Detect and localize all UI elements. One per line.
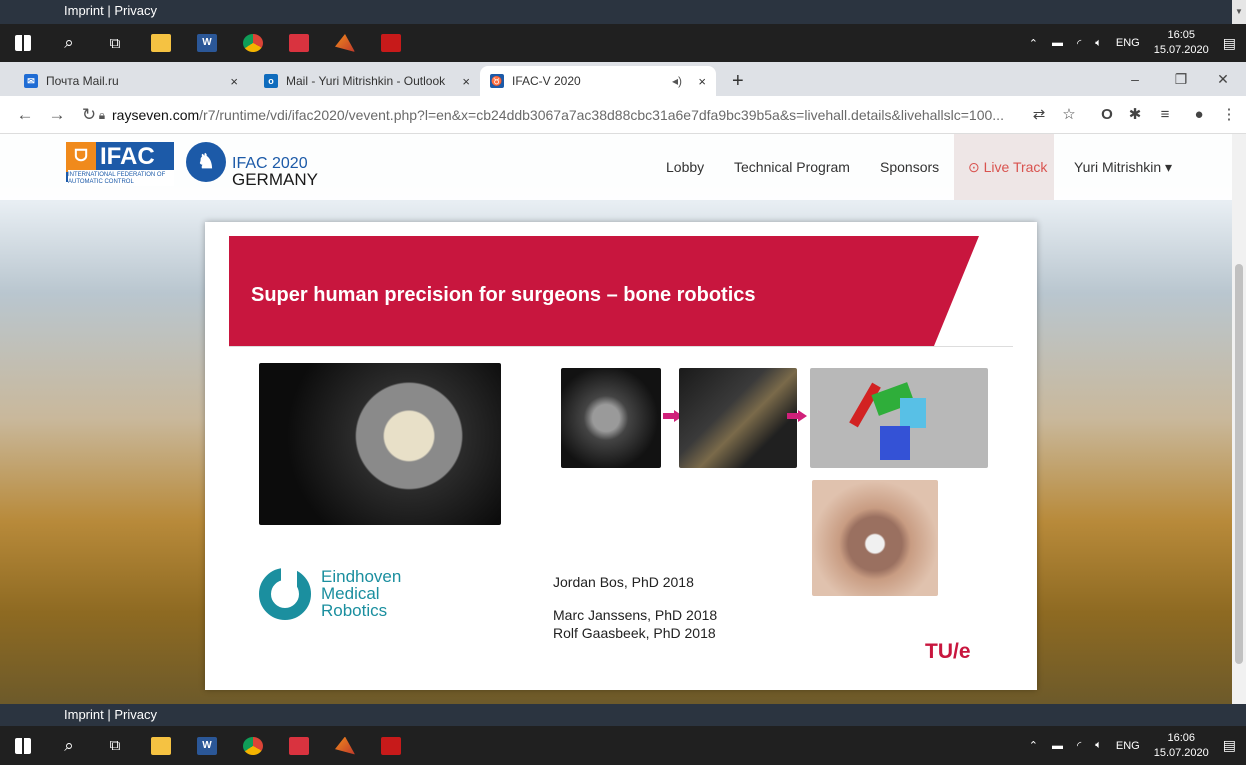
task-view-icon[interactable]: ⧉ [92,24,138,62]
chevron-up-icon[interactable]: ⌃ [1029,37,1038,50]
site-navbar: ᗜ IFAC INTERNATIONAL FEDERATION OF AUTOM… [0,134,1246,200]
address-toolbar: ← → ↻ 🔒︎ rayseven.com/r7/runtime/vdi/ifa… [0,96,1246,134]
new-tab-button[interactable]: + [722,66,752,96]
extensions-icon[interactable]: ✱ [1124,104,1146,126]
slide-divider [229,346,1013,347]
chrome-icon[interactable] [230,24,276,62]
nav-live-track[interactable]: ⊙ Live Track [968,159,1047,176]
wifi-icon[interactable]: ◜ [1077,739,1081,752]
close-tab-icon[interactable]: × [230,74,238,89]
search-icon[interactable]: ⌕ [46,24,92,62]
mail-ru-favicon-icon: ✉ [24,74,38,88]
tab-outlook[interactable]: o Mail - Yuri Mitrishkin - Outlook × [254,66,480,96]
taskbar-bottom: ⌕ ⧉ W ⌃ ▬ ◜ 🔈︎ ENG 16:06 15.07.2020 ▤ [0,726,1246,765]
mail-icon[interactable] [276,727,322,765]
author-2: Marc Janssens, PhD 2018 [553,607,718,623]
volume-icon[interactable]: 🔈︎ [1095,739,1102,752]
nav-lobby[interactable]: Lobby [666,159,704,175]
surgery-photo [812,480,938,596]
profile-icon[interactable]: ● [1188,104,1210,126]
presentation-slide[interactable]: Super human precision for surgeons – bon… [205,222,1037,690]
user-menu[interactable]: Yuri Mitrishkin ▾ [1074,159,1172,176]
author-3: Rolf Gaasbeek, PhD 2018 [553,625,716,641]
volume-icon[interactable]: 🔈︎ [1095,37,1102,50]
word-icon[interactable]: W [184,727,230,765]
forward-icon[interactable]: → [46,104,68,126]
close-window-icon[interactable]: ✕ [1200,62,1246,96]
opera-extension-icon[interactable]: O [1096,104,1118,126]
reading-list-icon[interactable]: ≡ [1154,104,1176,126]
lock-icon[interactable]: 🔒︎ [94,104,110,126]
close-tab-icon[interactable]: × [698,74,706,89]
tab-audio-icon[interactable]: ◂) [672,74,682,88]
ct-scan-image [561,368,661,468]
acrobat-icon[interactable] [368,24,414,62]
file-explorer-icon[interactable] [138,727,184,765]
windows-start-icon[interactable] [0,727,46,765]
wifi-icon[interactable]: ◜ [1077,37,1081,50]
battery-icon[interactable]: ▬ [1052,740,1063,752]
page-content: ᗜ IFAC INTERNATIONAL FEDERATION OF AUTOM… [0,134,1246,704]
scroll-down-arrow-icon[interactable]: ▼ [1232,0,1246,24]
segmented-scan-image [679,368,797,468]
congress-logo[interactable]: IFAC 2020 GERMANY [232,156,318,189]
translate-icon[interactable]: ⇄ [1028,104,1050,126]
file-explorer-icon[interactable] [138,24,184,62]
matlab-icon[interactable] [322,24,368,62]
system-tray: ⌃ ▬ ◜ 🔈︎ ENG 16:05 15.07.2020 ▤ [1029,28,1246,58]
record-icon: ⊙ [968,159,980,175]
surgical-robot-photo [259,363,501,525]
chrome-icon[interactable] [230,727,276,765]
ifac-logo[interactable]: ᗜ IFAC INTERNATIONAL FEDERATION OF AUTOM… [66,142,174,186]
close-tab-icon[interactable]: × [462,74,470,89]
task-view-icon[interactable]: ⧉ [92,727,138,765]
maximize-icon[interactable]: ❐ [1158,62,1204,96]
back-icon[interactable]: ← [14,104,36,126]
ifac-favicon-icon: ♉ [490,74,504,88]
imprint-privacy-bottom[interactable]: Imprint | Privacy [0,704,1246,726]
imprint-privacy-link[interactable]: Imprint | Privacy [64,707,157,722]
eindhoven-medical-robotics-gear-icon [259,568,311,620]
outlook-favicon-icon: o [264,74,278,88]
taskbar-top: ⌕ ⧉ W ⌃ ▬ ◜ 🔈︎ ENG 16:05 15.07.2020 ▤ [0,24,1246,62]
clock[interactable]: 16:05 15.07.2020 [1154,28,1209,58]
mail-icon[interactable] [276,24,322,62]
matlab-icon[interactable] [322,727,368,765]
clock[interactable]: 16:06 15.07.2020 [1154,731,1209,761]
acrobat-icon[interactable] [368,727,414,765]
tab-ifac[interactable]: ♉ IFAC-V 2020 ◂) × [480,66,716,96]
notification-icon[interactable]: ▤ [1223,35,1236,52]
notification-icon[interactable]: ▤ [1223,737,1236,754]
tue-logo: TU/e [925,640,971,663]
battery-icon[interactable]: ▬ [1052,37,1063,49]
imprint-privacy-link[interactable]: Imprint | Privacy [64,3,157,18]
language-indicator[interactable]: ENG [1116,740,1140,752]
language-indicator[interactable]: ENG [1116,37,1140,49]
menu-icon[interactable]: ⋮ [1218,104,1240,126]
author-1: Jordan Bos, PhD 2018 [553,574,694,590]
word-icon[interactable]: W [184,24,230,62]
url-field[interactable]: rayseven.com/r7/runtime/vdi/ifac2020/vev… [112,104,1022,126]
berlin-bear-logo[interactable]: ♞ [186,142,226,182]
system-tray: ⌃ ▬ ◜ 🔈︎ ENG 16:06 15.07.2020 ▤ [1029,731,1246,761]
chevron-up-icon[interactable]: ⌃ [1029,739,1038,752]
browser-tab-bar: ✉ Почта Mail.ru × o Mail - Yuri Mitrishk… [0,62,1246,96]
bookmark-star-icon[interactable]: ☆ [1058,104,1080,126]
page-scrollbar[interactable] [1232,134,1246,704]
slide-title: Super human precision for surgeons – bon… [251,284,756,306]
eindhoven-medical-robotics-logo: Eindhoven Medical Robotics [321,567,402,620]
nav-technical-program[interactable]: Technical Program [734,159,850,175]
caret-down-icon: ▾ [1165,159,1173,175]
imprint-privacy-top[interactable]: Imprint | Privacy ▼ [0,0,1246,24]
minimize-icon[interactable]: – [1112,62,1158,96]
nav-sponsors[interactable]: Sponsors [880,159,939,175]
tab-mail-ru[interactable]: ✉ Почта Mail.ru × [14,66,248,96]
robot-cad-model-image [810,368,988,468]
scrollbar-thumb[interactable] [1235,264,1243,664]
windows-start-icon[interactable] [0,24,46,62]
ifac-emblem-icon: ᗜ [66,142,96,172]
search-icon[interactable]: ⌕ [46,727,92,765]
